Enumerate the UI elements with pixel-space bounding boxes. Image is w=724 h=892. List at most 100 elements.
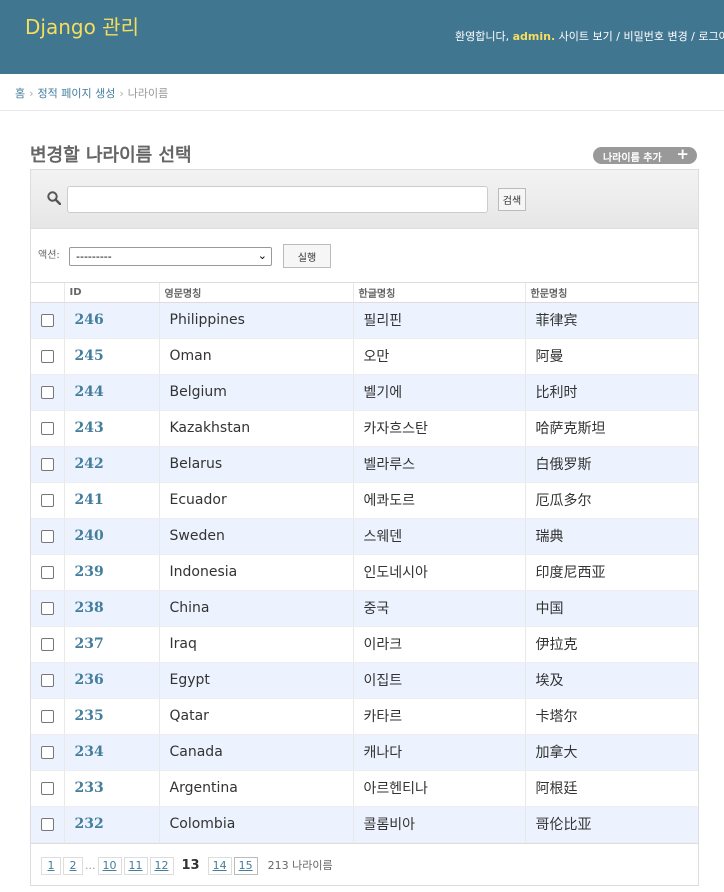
page-link[interactable]: 1	[41, 856, 61, 875]
row-checkbox[interactable]	[41, 817, 54, 831]
page-link[interactable]: 15	[233, 856, 258, 875]
row-checkbox[interactable]	[41, 529, 54, 543]
korean-name-cell: 필리핀	[352, 302, 525, 339]
row-checkbox[interactable]	[41, 421, 54, 435]
id-cell: 243	[63, 410, 159, 447]
chinese-name-cell: 伊拉克	[524, 626, 698, 663]
table-row: 239 Indonesia 인도네시아 印度尼西亚	[31, 554, 698, 591]
select-all-column	[31, 283, 64, 303]
site-brand[interactable]: Django 관리	[25, 11, 139, 40]
user-tools: 환영합니다, admin. 사이트 보기 / 비밀번호 변경 / 로그아웃	[455, 28, 724, 44]
table-row: 245 Oman 오만 阿曼	[31, 338, 698, 375]
korean-name-cell: 벨라루스	[352, 446, 525, 483]
breadcrumb-app[interactable]: 정적 페이지 생성	[38, 87, 116, 100]
korean-name-cell: 이라크	[352, 626, 525, 663]
search-input[interactable]	[67, 186, 488, 213]
table-row: 238 China 중국 中国	[31, 590, 698, 627]
row-id-link[interactable]: 241	[75, 492, 104, 508]
table-header-row: ID 영문명칭 한글명칭 한문명칭	[31, 283, 698, 303]
id-cell: 236	[63, 662, 159, 699]
column-header-id[interactable]: ID	[63, 283, 159, 303]
page-link[interactable]: 2	[63, 856, 83, 875]
id-cell: 242	[63, 446, 159, 483]
row-id-link[interactable]: 239	[75, 564, 104, 580]
view-site-link[interactable]: 사이트 보기	[559, 30, 613, 43]
row-id-link[interactable]: 233	[75, 780, 104, 796]
korean-name-cell: 중국	[352, 590, 525, 627]
row-id-link[interactable]: 234	[75, 744, 104, 760]
row-checkbox[interactable]	[41, 601, 54, 615]
page-link[interactable]: 12	[149, 856, 174, 875]
row-id-link[interactable]: 232	[75, 816, 104, 832]
table-row: 241 Ecuador 에콰도르 厄瓜多尔	[31, 482, 698, 519]
row-select-cell	[31, 806, 64, 843]
row-id-link[interactable]: 245	[75, 348, 104, 364]
breadcrumb-home[interactable]: 홈	[15, 87, 25, 100]
english-name-cell: Argentina	[158, 770, 353, 807]
search-toolbar: 검색	[31, 170, 698, 229]
row-checkbox[interactable]	[41, 385, 54, 399]
page-link[interactable]: 10	[97, 856, 122, 875]
korean-name-cell: 벨기에	[352, 374, 525, 411]
row-checkbox[interactable]	[41, 637, 54, 651]
row-id-link[interactable]: 243	[75, 420, 104, 436]
column-header-korean-name[interactable]: 한글명칭	[352, 283, 525, 303]
changelist: 검색 액션: --------- ⌄ 실행 ID 영문명칭 한글명칭 한문명칭 …	[30, 169, 699, 886]
column-header-chinese-name[interactable]: 한문명칭	[524, 283, 698, 303]
pagination-ellipsis: ...	[85, 858, 96, 872]
row-select-cell	[31, 734, 64, 771]
page-link[interactable]: 14	[207, 856, 232, 875]
chinese-name-cell: 中国	[524, 590, 698, 627]
row-checkbox[interactable]	[41, 349, 54, 363]
row-id-link[interactable]: 235	[75, 708, 104, 724]
row-id-link[interactable]: 238	[75, 600, 104, 616]
run-action-button[interactable]: 실행	[283, 244, 331, 268]
table-row: 236 Egypt 이집트 埃及	[31, 662, 698, 699]
row-id-link[interactable]: 236	[75, 672, 104, 688]
english-name-cell: Philippines	[158, 302, 353, 339]
english-name-cell: Oman	[158, 338, 353, 375]
action-select[interactable]: --------- ⌄	[69, 247, 272, 266]
row-checkbox[interactable]	[41, 565, 54, 579]
row-select-cell	[31, 374, 64, 411]
actions-bar: 액션: --------- ⌄ 실행	[31, 229, 698, 283]
logout-link[interactable]: 로그아웃	[698, 30, 724, 43]
row-select-cell	[31, 662, 64, 699]
row-id-link[interactable]: 244	[75, 384, 104, 400]
id-cell: 237	[63, 626, 159, 663]
row-checkbox[interactable]	[41, 457, 54, 471]
row-id-link[interactable]: 237	[75, 636, 104, 652]
paginator: 1 2... 10 11 12 13 14 15 213 나라이름	[31, 842, 698, 886]
english-name-cell: China	[158, 590, 353, 627]
change-password-link[interactable]: 비밀번호 변경	[623, 30, 687, 43]
table-row: 246 Philippines 필리핀 菲律宾	[31, 302, 698, 339]
row-checkbox[interactable]	[41, 745, 54, 759]
column-header-english-name[interactable]: 영문명칭	[158, 283, 353, 303]
row-select-cell	[31, 410, 64, 447]
korean-name-cell: 스웨덴	[352, 518, 525, 555]
row-id-link[interactable]: 242	[75, 456, 104, 472]
english-name-cell: Iraq	[158, 626, 353, 663]
row-id-link[interactable]: 240	[75, 528, 104, 544]
english-name-cell: Qatar	[158, 698, 353, 735]
row-select-cell	[31, 338, 64, 375]
row-select-cell	[31, 590, 64, 627]
action-label: 액션:	[38, 250, 60, 261]
english-name-cell: Belarus	[158, 446, 353, 483]
username: admin.	[512, 30, 556, 43]
row-checkbox[interactable]	[41, 781, 54, 795]
result-table: ID 영문명칭 한글명칭 한문명칭 246 Philippines 필리핀 菲律宾 24…	[31, 283, 698, 843]
row-checkbox[interactable]	[41, 313, 54, 327]
row-checkbox[interactable]	[41, 709, 54, 723]
korean-name-cell: 아르헨티나	[352, 770, 525, 807]
row-checkbox[interactable]	[41, 673, 54, 687]
row-select-cell	[31, 446, 64, 483]
korean-name-cell: 인도네시아	[352, 554, 525, 591]
korean-name-cell: 카타르	[352, 698, 525, 735]
korean-name-cell: 콜롬비아	[352, 806, 525, 843]
search-button[interactable]: 검색	[498, 188, 526, 211]
add-country-button[interactable]: 나라이름 추가 +	[593, 145, 697, 164]
row-id-link[interactable]: 246	[75, 312, 104, 328]
row-checkbox[interactable]	[41, 493, 54, 507]
page-link[interactable]: 11	[123, 856, 148, 875]
